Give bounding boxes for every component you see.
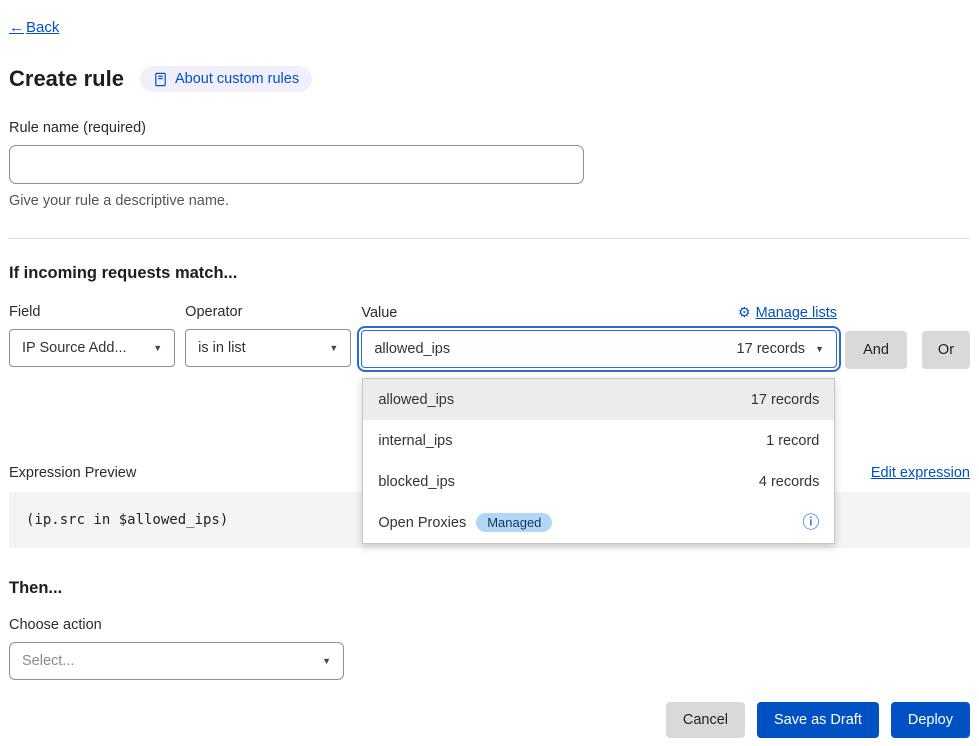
value-header: Value ⚙ Manage lists (361, 304, 837, 321)
list-item-internal-ips[interactable]: internal_ips 1 record (363, 420, 834, 461)
match-condition-row: Field IP Source Add... ▼ Operator is in … (9, 304, 970, 369)
save-as-draft-button[interactable]: Save as Draft (757, 702, 879, 738)
managed-badge: Managed (476, 513, 552, 532)
value-label: Value (361, 305, 397, 321)
operator-label: Operator (185, 304, 351, 320)
list-item-allowed-ips[interactable]: allowed_ips 17 records (363, 379, 834, 420)
chevron-down-icon: ▼ (329, 343, 338, 353)
list-item-detail: 1 record (766, 433, 819, 449)
and-or-buttons: And Or (845, 304, 970, 369)
book-icon (153, 72, 168, 87)
action-select[interactable]: Select... ▼ (9, 642, 344, 680)
about-custom-rules-label: About custom rules (175, 71, 299, 87)
back-link[interactable]: ←Back (9, 19, 59, 36)
list-item-detail: 17 records (751, 392, 820, 408)
operator-selected-value: is in list (198, 340, 246, 356)
gear-icon: ⚙ (738, 304, 751, 321)
choose-action-label: Choose action (9, 617, 970, 633)
deploy-button[interactable]: Deploy (891, 702, 970, 738)
page-title: Create rule (9, 66, 124, 92)
chevron-down-icon: ▼ (153, 343, 162, 353)
expression-preview-label: Expression Preview (9, 465, 136, 481)
operator-column: Operator is in list ▼ (185, 304, 351, 367)
value-column: Value ⚙ Manage lists allowed_ips 17 reco… (361, 304, 837, 368)
or-button[interactable]: Or (922, 331, 970, 369)
back-arrow-icon: ← (9, 19, 24, 36)
manage-lists-link[interactable]: ⚙ Manage lists (738, 304, 837, 321)
chevron-down-icon: ▼ (815, 344, 824, 354)
rule-name-label: Rule name (required) (9, 120, 970, 136)
field-select[interactable]: IP Source Add... ▼ (9, 329, 175, 367)
value-selected-value: allowed_ips (374, 341, 450, 357)
edit-expression-link[interactable]: Edit expression (871, 465, 970, 481)
match-section-heading: If incoming requests match... (9, 264, 970, 283)
footer-actions: Cancel Save as Draft Deploy (9, 702, 970, 738)
list-item-name: allowed_ips (378, 392, 454, 408)
value-select-right: 17 records ▼ (737, 341, 824, 357)
rule-name-input[interactable] (9, 145, 584, 184)
about-custom-rules-link[interactable]: About custom rules (140, 66, 312, 92)
info-icon[interactable]: ⓘ (802, 514, 819, 531)
list-dropdown-menu: allowed_ips 17 records internal_ips 1 re… (362, 378, 835, 544)
list-item-blocked-ips[interactable]: blocked_ips 4 records (363, 461, 834, 502)
manage-lists-label: Manage lists (756, 305, 837, 321)
section-divider (9, 238, 970, 239)
list-item-left: Open Proxies Managed (378, 513, 552, 532)
field-selected-value: IP Source Add... (22, 340, 127, 356)
and-button[interactable]: And (845, 331, 907, 369)
rule-name-helper-text: Give your rule a descriptive name. (9, 193, 970, 209)
list-item-name: blocked_ips (378, 474, 455, 490)
list-item-open-proxies[interactable]: Open Proxies Managed ⓘ (363, 502, 834, 543)
action-placeholder: Select... (22, 653, 74, 669)
field-label: Field (9, 304, 175, 320)
value-records-count: 17 records (737, 341, 806, 357)
list-item-detail: 4 records (759, 474, 819, 490)
cancel-button[interactable]: Cancel (666, 702, 745, 738)
create-rule-page: ←Back Create rule About custom rules Rul… (0, 0, 979, 746)
chevron-down-icon: ▼ (322, 656, 331, 666)
then-section-heading: Then... (9, 579, 970, 598)
field-column: Field IP Source Add... ▼ (9, 304, 175, 367)
title-row: Create rule About custom rules (9, 66, 970, 92)
back-label: Back (26, 19, 59, 36)
value-select[interactable]: allowed_ips 17 records ▼ (361, 330, 837, 368)
list-item-name: Open Proxies (378, 515, 466, 531)
operator-select[interactable]: is in list ▼ (185, 329, 351, 367)
list-item-name: internal_ips (378, 433, 452, 449)
